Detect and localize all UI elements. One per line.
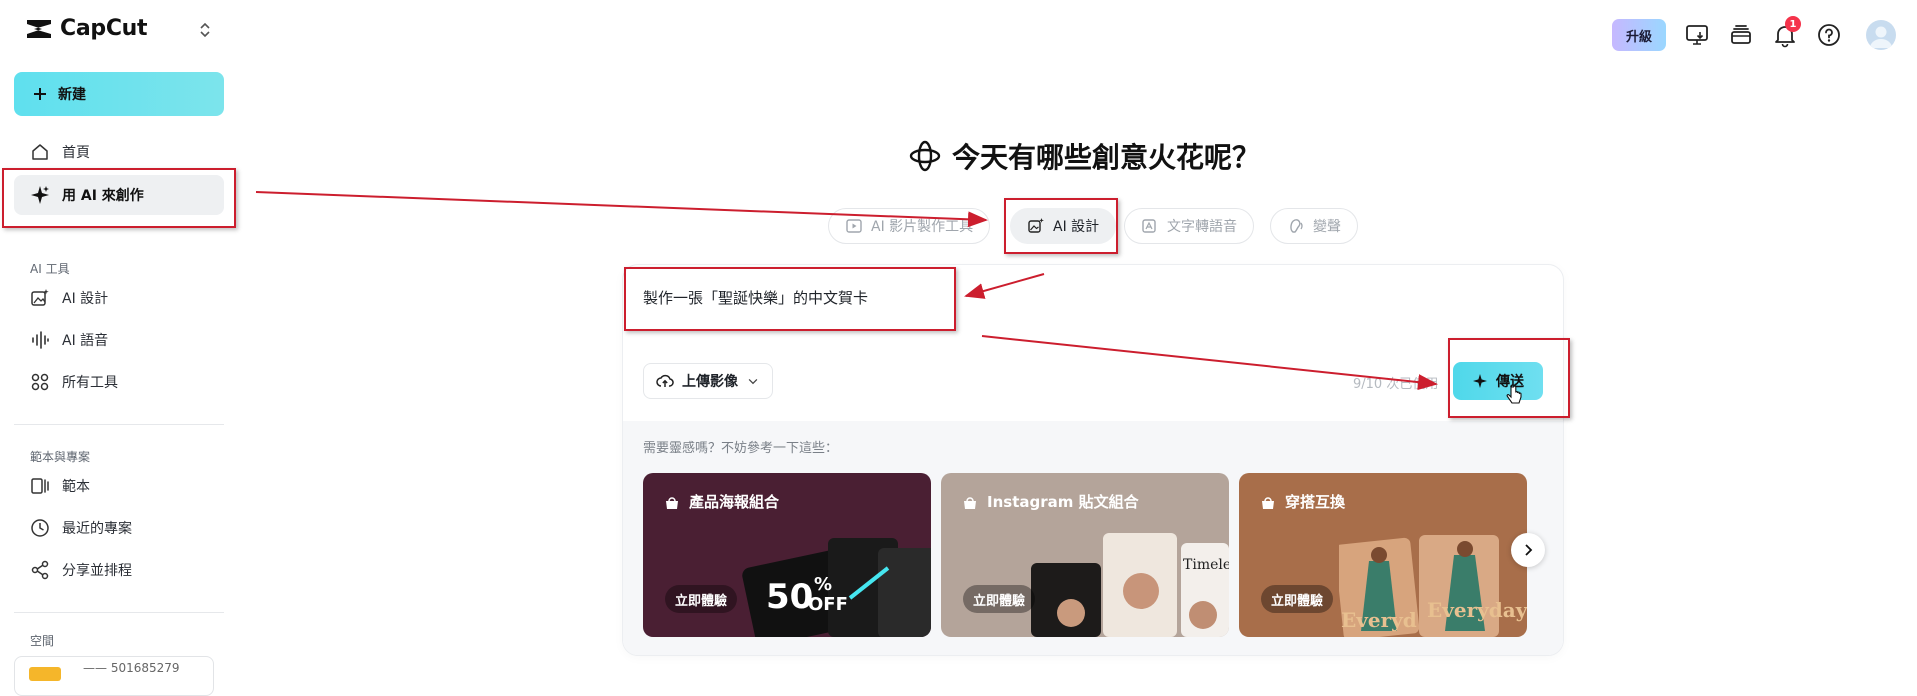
- upload-label: 上傳影像: [682, 374, 738, 390]
- sidebar-divider: [14, 612, 224, 613]
- annotation-box-create-with-ai: [2, 168, 236, 228]
- tab-voice-changer[interactable]: 變聲: [1270, 208, 1358, 244]
- tab-label: AI 影片製作工具: [871, 219, 974, 235]
- card-preview-art: Everyd Everyday: [1339, 535, 1527, 637]
- card-title: Instagram 貼文組合: [961, 491, 1139, 512]
- sidebar-item-label: 範本: [62, 479, 90, 495]
- inspiration-card-instagram-post[interactable]: Timeles Instagram 貼文組合 立即體驗: [941, 473, 1229, 637]
- space-selector[interactable]: —— 501685279: [14, 656, 214, 696]
- notification-badge: 1: [1785, 16, 1801, 32]
- try-now-button[interactable]: 立即體驗: [963, 585, 1036, 613]
- sidebar: CapCut 新建 首頁 用 AI 來創作 AI 工具 AI 設計 AI 語音 …: [0, 0, 228, 696]
- image-ai-icon: [31, 289, 49, 306]
- sidebar-item-label: AI 設計: [62, 291, 109, 307]
- card-title-text: Instagram 貼文組合: [987, 493, 1139, 511]
- plus-icon: [34, 88, 46, 100]
- card-title-text: 穿搭互換: [1285, 493, 1346, 511]
- inspiration-card-outfit-swap[interactable]: Everyd Everyday 穿搭互換 立即體驗: [1239, 473, 1527, 637]
- try-now-button[interactable]: 立即體驗: [1261, 585, 1334, 613]
- svg-text:50: 50: [766, 577, 813, 617]
- sidebar-item-home[interactable]: 首頁: [14, 132, 224, 172]
- svg-text:OFF: OFF: [808, 594, 848, 615]
- upload-image-button[interactable]: 上傳影像: [643, 363, 773, 399]
- video-icon: [846, 219, 862, 233]
- cloud-upload-icon: [656, 374, 674, 387]
- annotation-box-prompt: [624, 267, 956, 331]
- help-icon[interactable]: [1816, 22, 1842, 48]
- space-id: —— 501685279: [83, 661, 180, 675]
- voice-change-icon: [1290, 219, 1303, 233]
- new-button-label: 新建: [58, 87, 86, 103]
- sidebar-item-label: AI 語音: [62, 333, 109, 349]
- orbit-logo-icon: [909, 140, 941, 172]
- new-button[interactable]: 新建: [14, 72, 224, 116]
- capcut-logo[interactable]: CapCut: [24, 16, 148, 41]
- home-icon: [32, 144, 48, 160]
- tab-ai-video-maker[interactable]: AI 影片製作工具: [828, 208, 991, 244]
- try-now-button[interactable]: 立即體驗: [665, 585, 738, 613]
- space-section-title: 空間: [30, 634, 55, 648]
- upgrade-label: 升級: [1625, 29, 1652, 45]
- card-preview-art: Timeles: [1031, 533, 1229, 637]
- card-title: 穿搭互換: [1259, 491, 1345, 512]
- chevron-down-icon: [748, 379, 758, 385]
- inspiration-section: 需要靈感嗎？不妨參考一下這些： 50 % OFF 產品海報組合 立即體驗 Tim…: [623, 421, 1563, 655]
- card-title: 產品海報組合: [663, 491, 779, 512]
- annotation-box-ai-design-tab: [1004, 198, 1118, 254]
- upgrade-button[interactable]: 升級: [1612, 19, 1666, 51]
- app-name: CapCut: [60, 16, 148, 41]
- svg-text:Timeles: Timeles: [1183, 557, 1229, 573]
- sidebar-item-all-tools[interactable]: 所有工具: [14, 362, 224, 402]
- svg-text:%: %: [814, 574, 832, 595]
- ai-tools-section-title: AI 工具: [30, 262, 70, 276]
- text-speech-icon: [1142, 219, 1156, 233]
- annotation-box-send: [1448, 338, 1570, 418]
- inspiration-card-product-poster[interactable]: 50 % OFF 產品海報組合 立即體驗: [643, 473, 931, 637]
- usage-counter: 9/10 次已使用: [1353, 377, 1439, 392]
- tab-label: 變聲: [1313, 219, 1341, 235]
- sidebar-item-ai-voice[interactable]: AI 語音: [14, 320, 224, 360]
- sidebar-item-label: 分享並排程: [62, 563, 132, 579]
- sidebar-divider: [14, 424, 224, 425]
- chevron-right-icon: [1525, 544, 1533, 556]
- templates-section-title: 範本與專案: [30, 450, 91, 464]
- space-avatar: [29, 667, 61, 681]
- sidebar-item-label: 最近的專案: [62, 521, 132, 537]
- bag-icon: [666, 496, 678, 509]
- grid-icon: [31, 373, 49, 391]
- svg-text:Everyday: Everyday: [1427, 598, 1527, 622]
- waveform-icon: [32, 331, 49, 349]
- workspace-switch-icon[interactable]: [198, 20, 212, 40]
- sidebar-item-templates[interactable]: 範本: [14, 466, 224, 506]
- share-icon: [31, 560, 49, 580]
- page-title: 今天有哪些創意火花呢？: [908, 136, 1260, 176]
- tab-text-to-speech[interactable]: 文字轉語音: [1124, 208, 1254, 244]
- card-title-text: 產品海報組合: [689, 493, 780, 511]
- avatar-user-icon: [1870, 26, 1892, 48]
- bag-icon: [1262, 496, 1274, 509]
- hero-title: 今天有哪些創意火花呢？: [952, 141, 1261, 174]
- clock-icon: [31, 519, 49, 537]
- desktop-download-icon[interactable]: [1684, 22, 1710, 48]
- bag-icon: [964, 496, 976, 509]
- svg-text:Everyd: Everyd: [1341, 608, 1417, 632]
- subscription-icon[interactable]: [1728, 22, 1754, 48]
- template-icon: [31, 478, 49, 494]
- sidebar-item-ai-design[interactable]: AI 設計: [14, 278, 224, 318]
- avatar[interactable]: [1866, 20, 1896, 50]
- sidebar-item-label: 所有工具: [62, 375, 118, 391]
- sidebar-item-share-schedule[interactable]: 分享並排程: [14, 550, 224, 590]
- capcut-logo-icon: [27, 19, 51, 38]
- card-preview-art: 50 % OFF: [742, 538, 931, 637]
- carousel-next-button[interactable]: [1511, 533, 1545, 567]
- tab-label: 文字轉語音: [1167, 219, 1237, 235]
- inspiration-title: 需要靈感嗎？不妨參考一下這些：: [643, 441, 839, 456]
- sidebar-item-recent-projects[interactable]: 最近的專案: [14, 508, 224, 548]
- sidebar-item-label: 首頁: [62, 145, 90, 161]
